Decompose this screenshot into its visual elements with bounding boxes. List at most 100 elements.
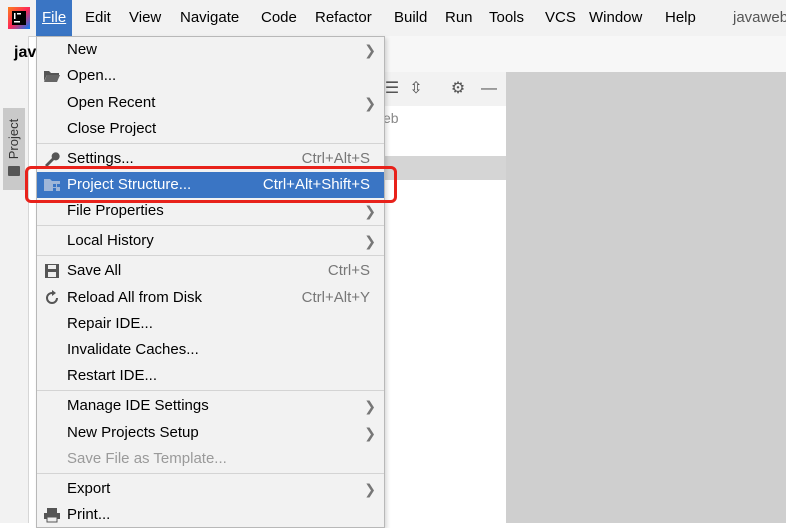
wrench-icon bbox=[45, 152, 60, 167]
menu-restart-ide[interactable]: Restart IDE... bbox=[37, 363, 384, 389]
menu-build-label: Build bbox=[394, 9, 428, 26]
menu-repair-ide-label: Repair IDE... bbox=[67, 315, 153, 332]
save-icon bbox=[45, 264, 59, 278]
menu-code-label: Code bbox=[261, 9, 297, 26]
menu-vcs[interactable]: VCS bbox=[539, 0, 582, 36]
menu-edit-label: Edit bbox=[85, 9, 111, 26]
menu-open-label: Open... bbox=[67, 67, 117, 84]
menu-bar: File Edit View Navigate Code Refactor Bu… bbox=[0, 0, 786, 37]
menu-print[interactable]: Print... bbox=[37, 502, 384, 528]
menu-build[interactable]: Build bbox=[388, 0, 433, 36]
menu-separator bbox=[37, 390, 384, 391]
menu-new-projects-setup[interactable]: New Projects Setup ❯ bbox=[37, 420, 384, 446]
menu-restart-ide-label: Restart IDE... bbox=[67, 367, 158, 384]
menu-file-label: File bbox=[42, 9, 67, 26]
print-icon bbox=[44, 508, 60, 523]
menu-project-structure-label: Project Structure... bbox=[67, 176, 192, 193]
menu-save-all[interactable]: Save All Ctrl+S bbox=[37, 258, 384, 284]
menu-view[interactable]: View bbox=[123, 0, 167, 36]
project-tool-tab[interactable]: Project bbox=[3, 108, 25, 190]
chevron-right-icon: ❯ bbox=[364, 203, 376, 219]
menu-reload-shortcut: Ctrl+Alt+Y bbox=[301, 289, 370, 306]
menu-manage-ide-settings[interactable]: Manage IDE Settings ❯ bbox=[37, 393, 384, 419]
menu-new-label: New bbox=[67, 41, 98, 58]
menu-separator bbox=[37, 473, 384, 474]
folder-icon bbox=[8, 166, 20, 176]
left-tool-strip: Project bbox=[0, 36, 29, 523]
menu-open-recent-label: Open Recent bbox=[67, 94, 156, 111]
menu-print-label: Print... bbox=[67, 506, 111, 523]
menu-invalidate-caches-label: Invalidate Caches... bbox=[67, 341, 199, 358]
menu-project-structure-shortcut: Ctrl+Alt+Shift+S bbox=[262, 176, 370, 193]
chevron-right-icon: ❯ bbox=[364, 425, 376, 441]
toolbar-strip bbox=[383, 36, 786, 72]
menu-vcs-label: VCS bbox=[545, 9, 576, 26]
menu-file[interactable]: File bbox=[36, 0, 73, 36]
menu-new-projects-setup-label: New Projects Setup bbox=[67, 424, 199, 441]
menu-settings[interactable]: Settings... Ctrl+Alt+S bbox=[37, 146, 384, 172]
open-folder-icon bbox=[44, 71, 60, 82]
menu-help-label: Help bbox=[665, 9, 696, 26]
menu-code[interactable]: Code bbox=[255, 0, 303, 36]
menu-manage-ide-settings-label: Manage IDE Settings bbox=[67, 397, 209, 414]
menu-close-project-label: Close Project bbox=[67, 120, 157, 137]
menu-settings-shortcut: Ctrl+Alt+S bbox=[301, 150, 370, 167]
tree-selected-row[interactable] bbox=[383, 156, 506, 180]
project-structure-icon bbox=[44, 179, 60, 191]
editor-tab-label[interactable]: jav bbox=[14, 44, 36, 62]
project-toolbar: ☰ ⇳ ⚙ — bbox=[383, 72, 506, 106]
chevron-right-icon: ❯ bbox=[364, 481, 376, 497]
menu-save-as-template-label: Save File as Template... bbox=[67, 450, 227, 467]
menu-save-as-template: Save File as Template... bbox=[37, 446, 384, 472]
chevron-right-icon: ❯ bbox=[364, 233, 376, 249]
menu-save-all-shortcut: Ctrl+S bbox=[327, 262, 370, 279]
project-tab-label: Project bbox=[6, 118, 21, 160]
menu-open[interactable]: Open... bbox=[37, 63, 384, 89]
project-name: javaweb bbox=[733, 9, 786, 26]
menu-local-history[interactable]: Local History ❯ bbox=[37, 228, 384, 254]
menu-separator bbox=[37, 143, 384, 144]
gear-icon[interactable]: ⚙ bbox=[449, 80, 467, 98]
menu-window[interactable]: Window bbox=[583, 0, 648, 36]
menu-navigate[interactable]: Navigate bbox=[174, 0, 245, 36]
menu-local-history-label: Local History bbox=[67, 232, 154, 249]
project-tree-text: eb bbox=[383, 110, 399, 126]
menu-view-label: View bbox=[129, 9, 162, 26]
menu-edit[interactable]: Edit bbox=[79, 0, 117, 36]
menu-run[interactable]: Run bbox=[439, 0, 479, 36]
menu-reload[interactable]: Reload All from Disk Ctrl+Alt+Y bbox=[37, 285, 384, 311]
minimize-icon[interactable]: — bbox=[480, 80, 498, 98]
collapse-icon[interactable]: ⇳ bbox=[407, 80, 425, 98]
menu-tools-label: Tools bbox=[489, 9, 525, 26]
intellij-logo-icon[interactable] bbox=[8, 7, 30, 29]
menu-file-properties-label: File Properties bbox=[67, 202, 164, 219]
menu-separator bbox=[37, 225, 384, 226]
menu-window-label: Window bbox=[589, 9, 643, 26]
menu-refactor-label: Refactor bbox=[315, 9, 372, 26]
chevron-right-icon: ❯ bbox=[364, 42, 376, 58]
menu-separator bbox=[37, 255, 384, 256]
menu-export[interactable]: Export ❯ bbox=[37, 476, 384, 502]
menu-export-label: Export bbox=[67, 480, 111, 497]
menu-new[interactable]: New ❯ bbox=[37, 37, 384, 63]
menu-open-recent[interactable]: Open Recent ❯ bbox=[37, 90, 384, 116]
menu-help[interactable]: Help bbox=[659, 0, 702, 36]
menu-settings-label: Settings... bbox=[67, 150, 134, 167]
menu-close-project[interactable]: Close Project bbox=[37, 116, 384, 142]
menu-refactor[interactable]: Refactor bbox=[309, 0, 378, 36]
menu-navigate-label: Navigate bbox=[180, 9, 240, 26]
editor-area bbox=[506, 72, 786, 523]
reload-icon bbox=[46, 290, 58, 304]
chevron-right-icon: ❯ bbox=[364, 95, 376, 111]
menu-reload-label: Reload All from Disk bbox=[67, 289, 203, 306]
expand-icon[interactable]: ☰ bbox=[383, 80, 401, 98]
menu-tools[interactable]: Tools bbox=[483, 0, 530, 36]
menu-invalidate-caches[interactable]: Invalidate Caches... bbox=[37, 337, 384, 363]
menu-save-all-label: Save All bbox=[67, 262, 122, 279]
chevron-right-icon: ❯ bbox=[364, 398, 376, 414]
menu-project-structure[interactable]: Project Structure... Ctrl+Alt+Shift+S bbox=[37, 172, 384, 198]
menu-repair-ide[interactable]: Repair IDE... bbox=[37, 311, 384, 337]
file-menu-dropdown: New ❯ Open... Open Recent ❯ Close Projec… bbox=[36, 36, 385, 528]
menu-file-properties[interactable]: File Properties ❯ bbox=[37, 198, 384, 224]
menu-run-label: Run bbox=[445, 9, 473, 26]
